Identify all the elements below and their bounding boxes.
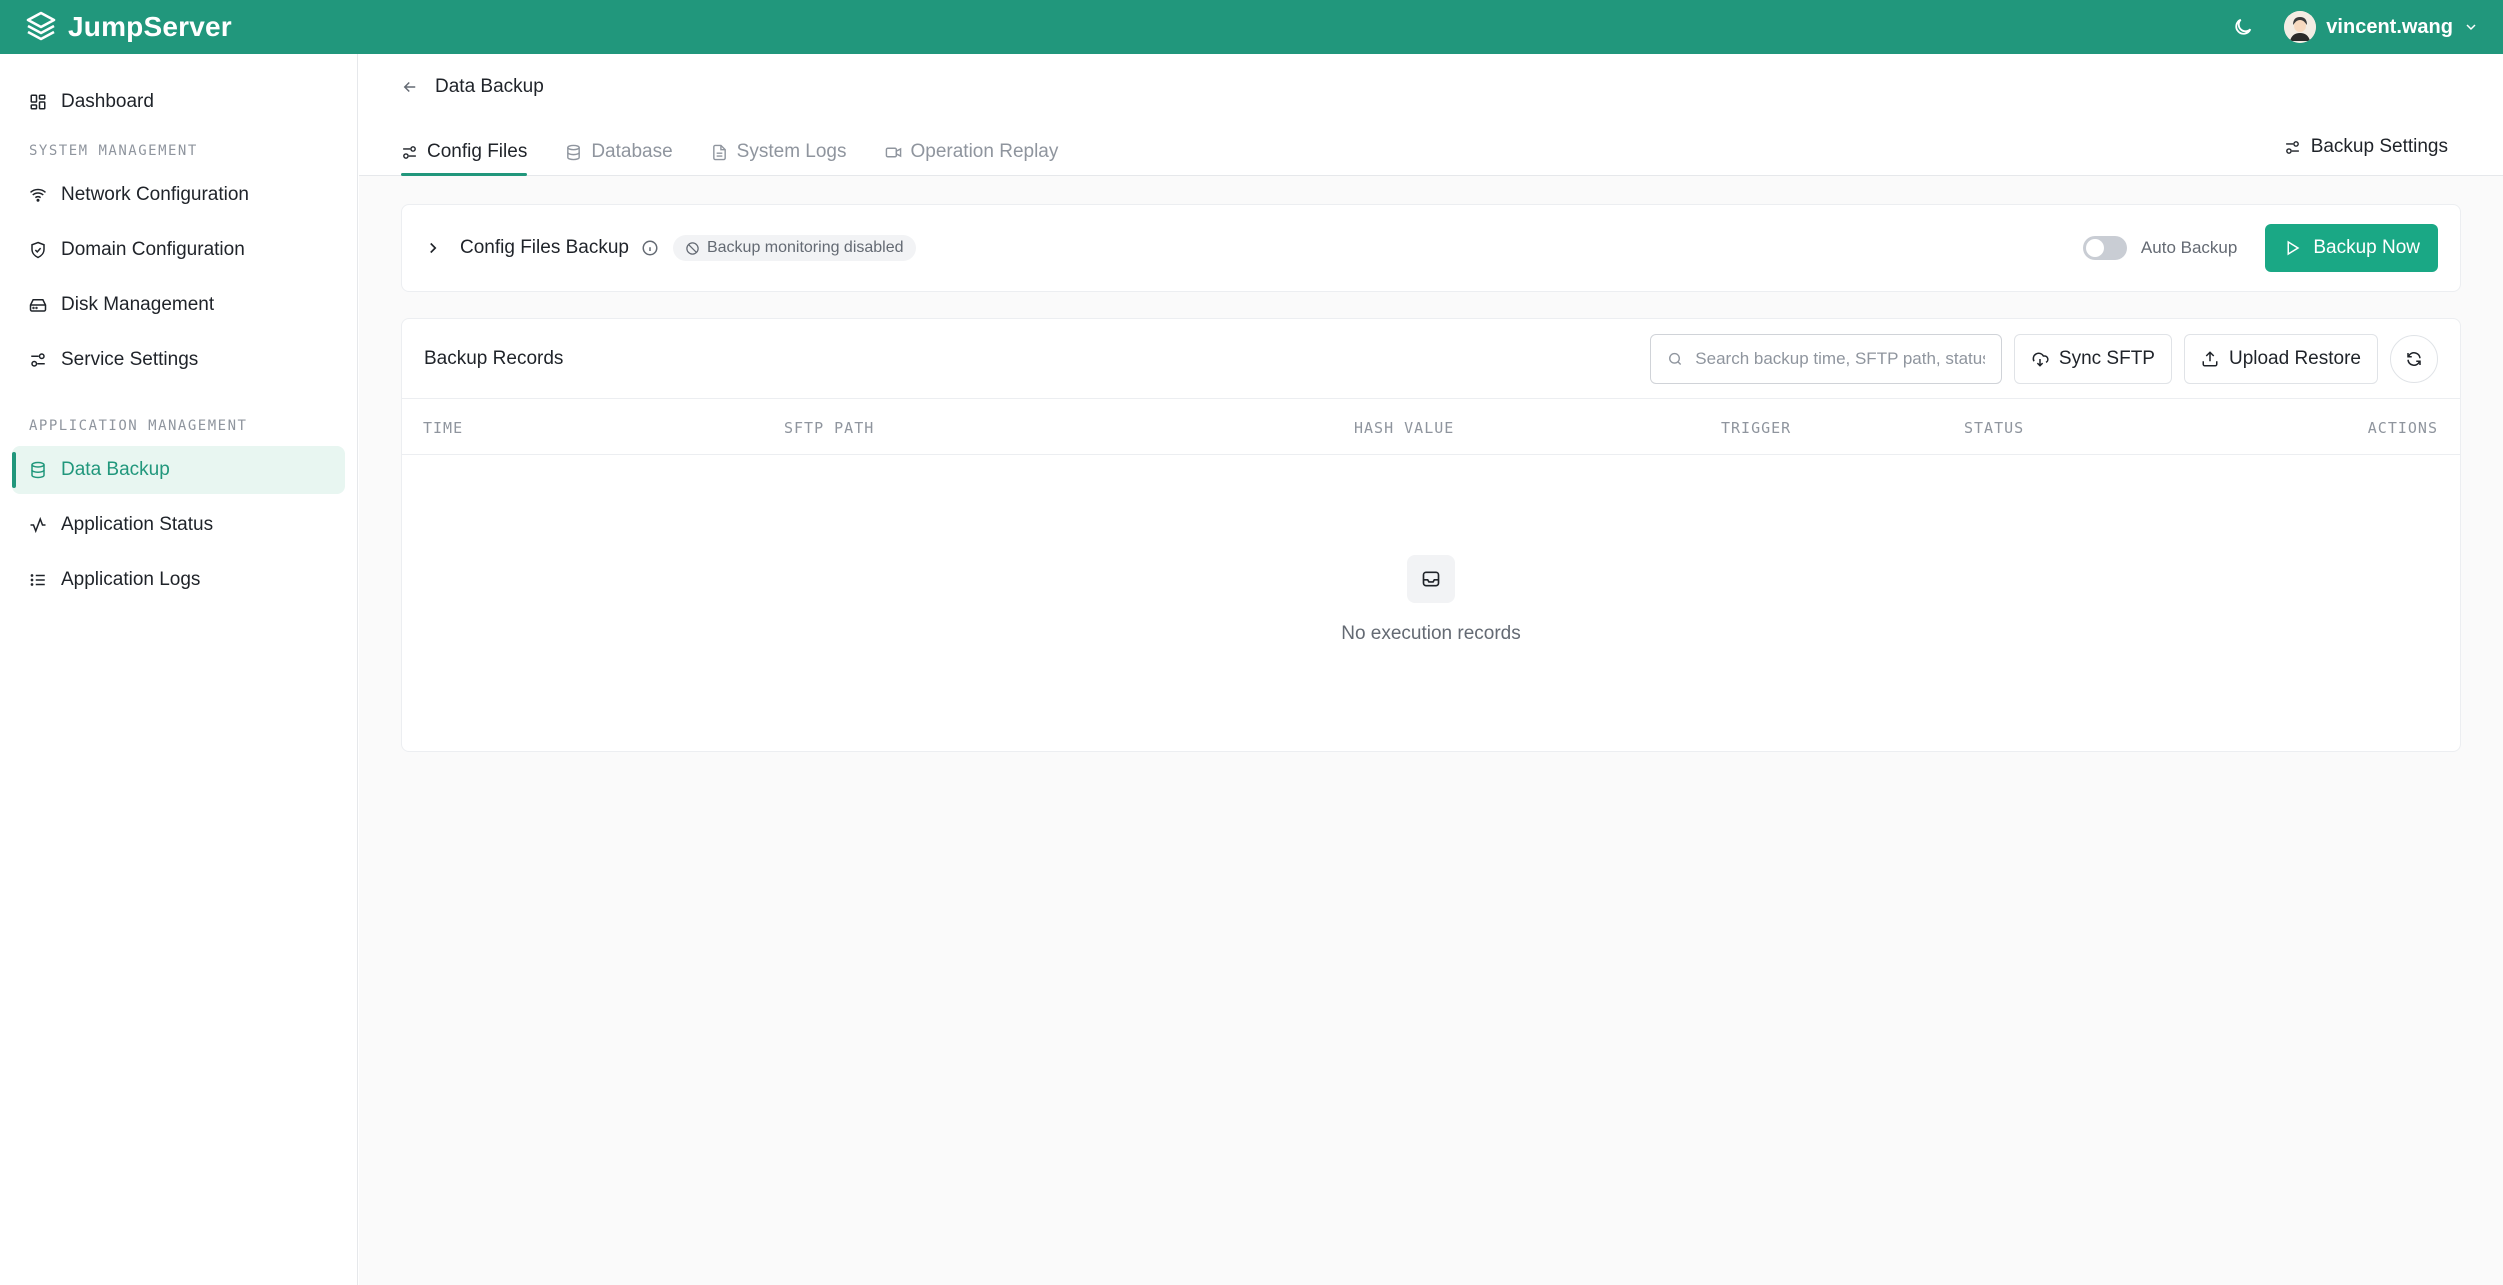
page-header: Data Backup Config Files Database System… bbox=[359, 54, 2503, 176]
brand-name: JumpServer bbox=[68, 11, 232, 42]
user-menu[interactable]: vincent.wang bbox=[2284, 11, 2479, 43]
sidebar-item-application-logs[interactable]: Application Logs bbox=[12, 556, 345, 604]
sidebar-item-label: Network Configuration bbox=[61, 184, 249, 205]
sidebar-item-domain-configuration[interactable]: Domain Configuration bbox=[12, 226, 345, 274]
jumpserver-logo-icon bbox=[26, 11, 56, 41]
section-title-system: SYSTEM MANAGEMENT bbox=[29, 143, 198, 159]
column-header-status[interactable]: STATUS bbox=[1964, 419, 2024, 437]
backup-settings-label: Backup Settings bbox=[2310, 136, 2448, 157]
tab-label: Config Files bbox=[427, 141, 528, 162]
search-box bbox=[1649, 333, 2002, 384]
info-icon[interactable] bbox=[641, 239, 659, 257]
sliders-icon bbox=[403, 145, 416, 159]
inbox-icon bbox=[1407, 555, 1455, 603]
tab-label: Operation Replay bbox=[910, 141, 1059, 162]
page-title: Data Backup bbox=[435, 76, 544, 97]
username: vincent.wang bbox=[2326, 15, 2453, 38]
button-label: Backup Now bbox=[2313, 237, 2420, 258]
activity-icon bbox=[30, 516, 46, 534]
sidebar-item-label: Dashboard bbox=[61, 91, 154, 112]
wifi-icon bbox=[30, 188, 46, 202]
sliders-icon bbox=[31, 353, 45, 367]
sidebar-item-label: Disk Management bbox=[61, 294, 215, 315]
table-header: TIME SFTP PATH HASH VALUE TRIGGER STATUS… bbox=[402, 399, 2460, 455]
sidebar-item-label: Application Logs bbox=[61, 569, 201, 590]
sidebar-item-service-settings[interactable]: Service Settings bbox=[12, 336, 345, 384]
main-content: Data Backup Config Files Database System… bbox=[359, 54, 2503, 1285]
tab-operation-replay[interactable]: Operation Replay bbox=[885, 132, 1059, 172]
moon-icon[interactable] bbox=[2232, 16, 2254, 38]
button-label: Sync SFTP bbox=[2058, 347, 2155, 369]
sidebar-item-dashboard[interactable]: Dashboard bbox=[12, 78, 345, 126]
backup-records-card: Backup Records Sync SFTP Upload Restore bbox=[401, 318, 2461, 752]
tab-label: Database bbox=[591, 141, 673, 162]
sidebar-item-network-configuration[interactable]: Network Configuration bbox=[12, 171, 345, 219]
upload-restore-button[interactable]: Upload Restore bbox=[2183, 333, 2378, 384]
column-header-time[interactable]: TIME bbox=[423, 419, 463, 437]
list-icon bbox=[30, 574, 45, 586]
database-icon bbox=[567, 144, 581, 160]
avatar bbox=[2284, 11, 2317, 43]
play-icon bbox=[2287, 240, 2300, 256]
records-title: Backup Records bbox=[424, 347, 564, 369]
sidebar-item-application-status[interactable]: Application Status bbox=[12, 501, 345, 549]
chevron-down-icon bbox=[2466, 24, 2476, 31]
video-icon bbox=[885, 147, 901, 157]
sidebar-item-label: Service Settings bbox=[61, 349, 199, 370]
sidebar-item-label: Application Status bbox=[61, 514, 214, 535]
breadcrumb: Data Backup bbox=[401, 76, 544, 98]
sidebar-item-label: Domain Configuration bbox=[61, 239, 245, 260]
tab-config-files[interactable]: Config Files bbox=[401, 132, 528, 176]
search-input[interactable] bbox=[1695, 348, 1985, 369]
sliders-icon bbox=[2285, 140, 2299, 154]
column-header-hash-value[interactable]: HASH VALUE bbox=[1354, 419, 1454, 437]
empty-state-text: No execution records bbox=[1341, 623, 1521, 644]
empty-state: No execution records bbox=[402, 555, 2460, 645]
database-icon bbox=[31, 461, 45, 479]
sidebar: Dashboard SYSTEM MANAGEMENT Network Conf… bbox=[0, 54, 358, 1285]
arrow-left-icon[interactable] bbox=[401, 78, 419, 96]
sync-sftp-button[interactable]: Sync SFTP bbox=[2013, 333, 2172, 384]
cloud-download-icon bbox=[2032, 352, 2049, 367]
button-label: Upload Restore bbox=[2228, 347, 2361, 369]
top-bar: JumpServer vincent.wang bbox=[0, 0, 2503, 54]
card-title: Config Files Backup bbox=[460, 237, 629, 258]
backup-now-button[interactable]: Backup Now bbox=[2265, 224, 2438, 272]
tab-database[interactable]: Database bbox=[565, 132, 673, 172]
config-files-backup-card: Config Files Backup Backup monitoring di… bbox=[401, 204, 2461, 292]
hard-drive-icon bbox=[29, 299, 47, 312]
logo[interactable]: JumpServer bbox=[24, 10, 232, 44]
section-title-application: APPLICATION MANAGEMENT bbox=[29, 418, 248, 434]
sidebar-item-data-backup[interactable]: Data Backup bbox=[12, 446, 345, 494]
auto-backup-label: Auto Backup bbox=[2140, 238, 2238, 257]
sidebar-item-disk-management[interactable]: Disk Management bbox=[12, 281, 345, 329]
tab-system-logs[interactable]: System Logs bbox=[711, 132, 847, 172]
backup-settings-button[interactable]: Backup Settings bbox=[2284, 136, 2448, 158]
chevron-right-icon[interactable] bbox=[424, 239, 442, 257]
sidebar-item-label: Data Backup bbox=[61, 459, 170, 480]
tab-label: System Logs bbox=[736, 141, 847, 162]
column-header-trigger[interactable]: TRIGGER bbox=[1721, 419, 1791, 437]
monitor-off-icon bbox=[686, 241, 699, 255]
refresh-button[interactable] bbox=[2390, 334, 2438, 383]
dashboard-icon bbox=[30, 94, 46, 110]
refresh-icon bbox=[2407, 351, 2421, 366]
upload-icon bbox=[2202, 350, 2218, 366]
column-header-actions: ACTIONS bbox=[2367, 419, 2438, 437]
column-header-sftp-path[interactable]: SFTP PATH bbox=[784, 419, 874, 437]
shield-check-icon bbox=[31, 241, 45, 259]
badge-label: Backup monitoring disabled bbox=[706, 239, 904, 256]
file-text-icon bbox=[712, 144, 726, 160]
status-badge: Backup monitoring disabled bbox=[672, 235, 916, 261]
auto-backup-toggle[interactable] bbox=[2082, 236, 2127, 260]
tab-bar: Config Files Database System Logs Operat… bbox=[401, 132, 1058, 176]
search-icon bbox=[1668, 352, 1682, 365]
